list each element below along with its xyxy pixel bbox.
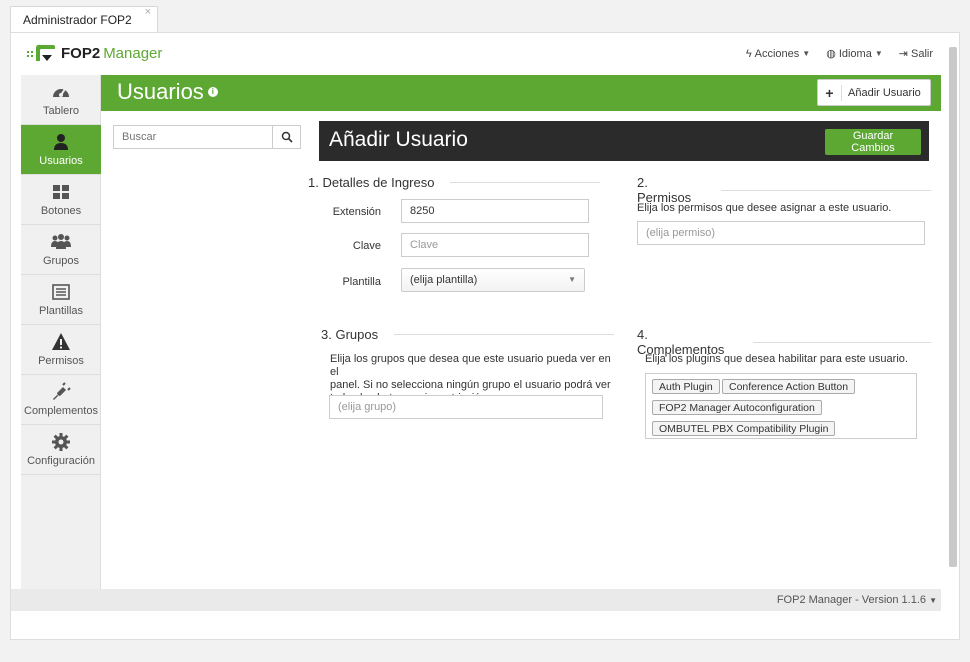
caret-down-icon: ▼: [802, 49, 811, 58]
sidebar-item-configuracion[interactable]: Configuración: [21, 425, 101, 475]
actions-menu[interactable]: ϟ Acciones ▼: [746, 47, 810, 60]
page-header: Usuarios i + Añadir Usuario: [101, 75, 941, 111]
add-user-button-label: Añadir Usuario: [848, 86, 921, 99]
permissions-description: Elija los permisos que desee asignar a e…: [637, 202, 892, 214]
permissions-title-text: 2. Permisos: [637, 175, 692, 205]
footer: FOP2 Manager - Version 1.1.6 ▼: [11, 589, 941, 611]
sidebar-item-label: Plantillas: [38, 305, 84, 317]
password-label: Clave: [352, 240, 381, 252]
add-user-button[interactable]: + Añadir Usuario: [817, 79, 931, 106]
template-select-value: (elija plantilla): [410, 274, 478, 286]
brand-suffix: Manager: [103, 44, 163, 62]
section-divider: [721, 189, 931, 191]
page-scrollbar[interactable]: [949, 47, 957, 567]
login-details-title-text: 1. Detalles de Ingreso: [308, 175, 435, 190]
warning-icon: [52, 333, 70, 350]
groups-select[interactable]: (elija grupo): [329, 395, 603, 419]
template-select[interactable]: (elija plantilla) ▼: [401, 268, 585, 292]
extension-label: Extensión: [332, 206, 381, 218]
caret-down-icon: ▼: [929, 596, 937, 605]
sidebar-item-label: Usuarios: [39, 155, 83, 167]
sidebar-item-label: Configuración: [27, 455, 95, 467]
plugin-chip-auth[interactable]: Auth Plugin: [652, 379, 720, 394]
group-icon: [51, 234, 71, 249]
plugins-select[interactable]: Auth Plugin Conference Action Button FOP…: [645, 373, 917, 439]
permissions-select[interactable]: (elija permiso): [637, 221, 925, 245]
groups-description-line: Elija los grupos que desea que este usua…: [330, 353, 611, 378]
plus-icon: +: [818, 84, 842, 101]
version-label: FOP2 Manager - Version 1.1.6: [776, 594, 927, 606]
page-title-text: Usuarios: [117, 79, 204, 104]
grid-icon: [53, 185, 69, 199]
groups-title-text: 3. Grupos: [321, 327, 379, 342]
globe-icon: ◍: [826, 48, 836, 60]
login-details-section-title: 1. Detalles de Ingreso: [308, 175, 618, 190]
plugin-chip-ombutel[interactable]: OMBUTEL PBX Compatibility Plugin: [652, 421, 836, 436]
password-input[interactable]: Clave: [401, 233, 589, 257]
browser-tab-title: Administrador FOP2: [23, 13, 132, 27]
language-menu-label: Idioma: [838, 47, 872, 60]
gear-icon: [52, 433, 70, 451]
dashboard-icon: [53, 88, 69, 97]
fop2-logo-icon: [27, 44, 55, 61]
sidebar-item-tablero[interactable]: Tablero: [21, 75, 101, 125]
sidebar-item-label: Botones: [40, 205, 82, 217]
search-button[interactable]: [272, 126, 300, 148]
brand-name: FOP2: [61, 44, 101, 62]
form-title: Añadir Usuario: [329, 128, 468, 151]
sidebar-item-grupos[interactable]: Grupos: [21, 225, 101, 275]
sidebar-item-label: Grupos: [42, 255, 80, 267]
extension-input[interactable]: 8250: [401, 199, 589, 223]
top-navbar: FOP2 Manager ϟ Acciones ▼ ◍ Idioma ▼ ⇥ S…: [11, 33, 941, 75]
section-divider: [394, 334, 615, 335]
plugin-chip-conference[interactable]: Conference Action Button: [722, 379, 856, 394]
top-nav-menu: ϟ Acciones ▼ ◍ Idioma ▼ ⇥ Salir: [746, 47, 933, 61]
groups-description-line: panel. Si no selecciona ningún grupo el …: [330, 379, 611, 391]
groups-section-title: 3. Grupos: [321, 327, 619, 342]
sidebar-item-label: Complementos: [24, 405, 98, 417]
section-divider: [450, 182, 601, 183]
user-icon: [54, 134, 68, 150]
sidebar-item-plantillas[interactable]: Plantillas: [21, 275, 101, 325]
logout-link[interactable]: ⇥ Salir: [898, 47, 933, 61]
sidebar-item-botones[interactable]: Botones: [21, 175, 101, 225]
bolt-icon: ϟ: [745, 47, 752, 60]
caret-down-icon: ▼: [568, 275, 576, 284]
actions-menu-label: Acciones: [754, 47, 800, 60]
search-icon: [281, 131, 293, 143]
close-icon[interactable]: ×: [145, 6, 151, 18]
sidebar: Tablero Usuarios Botones Grupos Plantill…: [21, 75, 101, 589]
sign-out-icon: ⇥: [898, 48, 908, 60]
page-title: Usuarios i: [117, 79, 218, 105]
brand[interactable]: FOP2 Manager: [27, 43, 162, 63]
save-changes-button[interactable]: Guardar Cambios: [825, 129, 921, 155]
search-box: [113, 125, 301, 149]
form-header: Añadir Usuario Guardar Cambios: [319, 121, 929, 161]
language-menu[interactable]: ◍ Idioma ▼: [826, 47, 883, 61]
search-input[interactable]: [114, 126, 272, 148]
info-icon[interactable]: i: [207, 87, 218, 97]
caret-down-icon: ▼: [874, 49, 883, 58]
version-text: FOP2 Manager - Version 1.1.6 ▼: [777, 594, 937, 606]
sidebar-item-permisos[interactable]: Permisos: [21, 325, 101, 375]
plug-icon: [53, 382, 71, 400]
sidebar-item-label: Permisos: [38, 355, 84, 367]
plugins-description: Elija los plugins que desea habilitar pa…: [645, 353, 908, 365]
sidebar-item-label: Tablero: [42, 105, 80, 117]
template-label: Plantilla: [342, 276, 381, 288]
section-divider: [753, 341, 931, 343]
browser-tab-bar: Administrador FOP2 ×: [0, 0, 970, 32]
list-icon: [52, 284, 70, 300]
permissions-section-title: 2. Permisos: [637, 175, 931, 205]
app-window: FOP2 Manager ϟ Acciones ▼ ◍ Idioma ▼ ⇥ S…: [10, 32, 960, 640]
sidebar-item-usuarios[interactable]: Usuarios: [21, 125, 101, 175]
plugin-chip-autoconfiguration[interactable]: FOP2 Manager Autoconfiguration: [652, 400, 822, 415]
browser-tab[interactable]: Administrador FOP2 ×: [10, 6, 158, 32]
logout-label: Salir: [910, 47, 933, 60]
sidebar-item-complementos[interactable]: Complementos: [21, 375, 101, 425]
